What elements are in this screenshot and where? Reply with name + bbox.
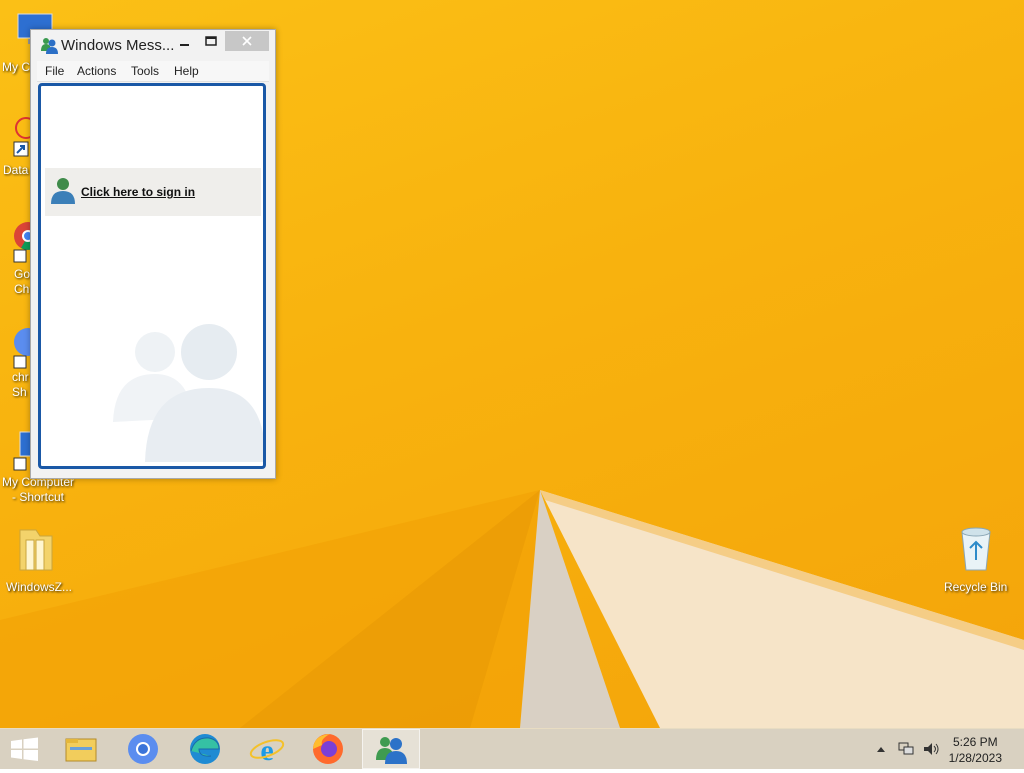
show-hidden-icons-icon[interactable] bbox=[876, 745, 886, 753]
start-button[interactable] bbox=[0, 729, 56, 769]
signin-row[interactable]: Click here to sign in bbox=[45, 168, 261, 216]
messenger-icon bbox=[41, 38, 58, 54]
contacts-pane: Click here to sign in bbox=[38, 83, 266, 469]
maximize-icon[interactable] bbox=[203, 32, 219, 52]
chrome-icon[interactable] bbox=[115, 729, 171, 769]
network-icon[interactable] bbox=[898, 741, 914, 757]
messenger-watermark-icon bbox=[113, 324, 263, 462]
menu-actions[interactable]: Actions bbox=[77, 64, 116, 78]
taskbar: e 5:26 PM 1/28/2023 bbox=[0, 728, 1024, 769]
desktop-icon-label: My C bbox=[2, 60, 30, 74]
edge-icon[interactable] bbox=[177, 729, 233, 769]
menu-file[interactable]: File bbox=[45, 64, 64, 78]
menu-bar: File Actions Tools Help bbox=[37, 61, 269, 82]
desktop-icon-label: chr Sh bbox=[12, 370, 29, 399]
window-title: Windows Mess... bbox=[61, 37, 175, 54]
desktop-icon-label: WindowsZ... bbox=[6, 580, 73, 594]
desktop-icon-label: Go Ch bbox=[14, 267, 31, 296]
file-explorer-icon[interactable] bbox=[52, 729, 108, 769]
folder-icon[interactable] bbox=[16, 526, 56, 574]
svg-text:e: e bbox=[260, 734, 273, 767]
messenger-icon bbox=[376, 737, 407, 764]
clock-time: 5:26 PM bbox=[952, 735, 998, 749]
menu-tools[interactable]: Tools bbox=[131, 64, 159, 78]
recycle-bin-icon[interactable] bbox=[956, 526, 996, 574]
system-clock[interactable]: 5:26 PM 1/28/2023 bbox=[949, 734, 1002, 766]
firefox-icon[interactable] bbox=[300, 729, 356, 769]
desktop-icon-label: Recycle Bin bbox=[944, 580, 1008, 594]
window-titlebar[interactable]: Windows Mess... bbox=[31, 30, 275, 60]
desktop-icon-label: Data bbox=[3, 163, 29, 177]
internet-explorer-icon[interactable]: e bbox=[239, 729, 295, 769]
signin-link[interactable]: Click here to sign in bbox=[81, 185, 195, 199]
minimize-icon[interactable] bbox=[177, 32, 193, 52]
messenger-taskbar-button[interactable] bbox=[362, 729, 420, 769]
buddy-icon bbox=[51, 178, 75, 204]
desktop-icon-label: My Computer - Shortcut bbox=[2, 475, 75, 504]
clock-date: 1/28/2023 bbox=[948, 751, 1002, 765]
volume-icon[interactable] bbox=[922, 741, 940, 757]
desktop: My C Data Go Ch chr Sh My Computer - Sho… bbox=[0, 0, 1024, 728]
messenger-window[interactable]: Windows Mess... File Actions Tools Help bbox=[30, 29, 276, 479]
close-icon[interactable] bbox=[225, 31, 269, 51]
menu-help[interactable]: Help bbox=[174, 64, 199, 78]
